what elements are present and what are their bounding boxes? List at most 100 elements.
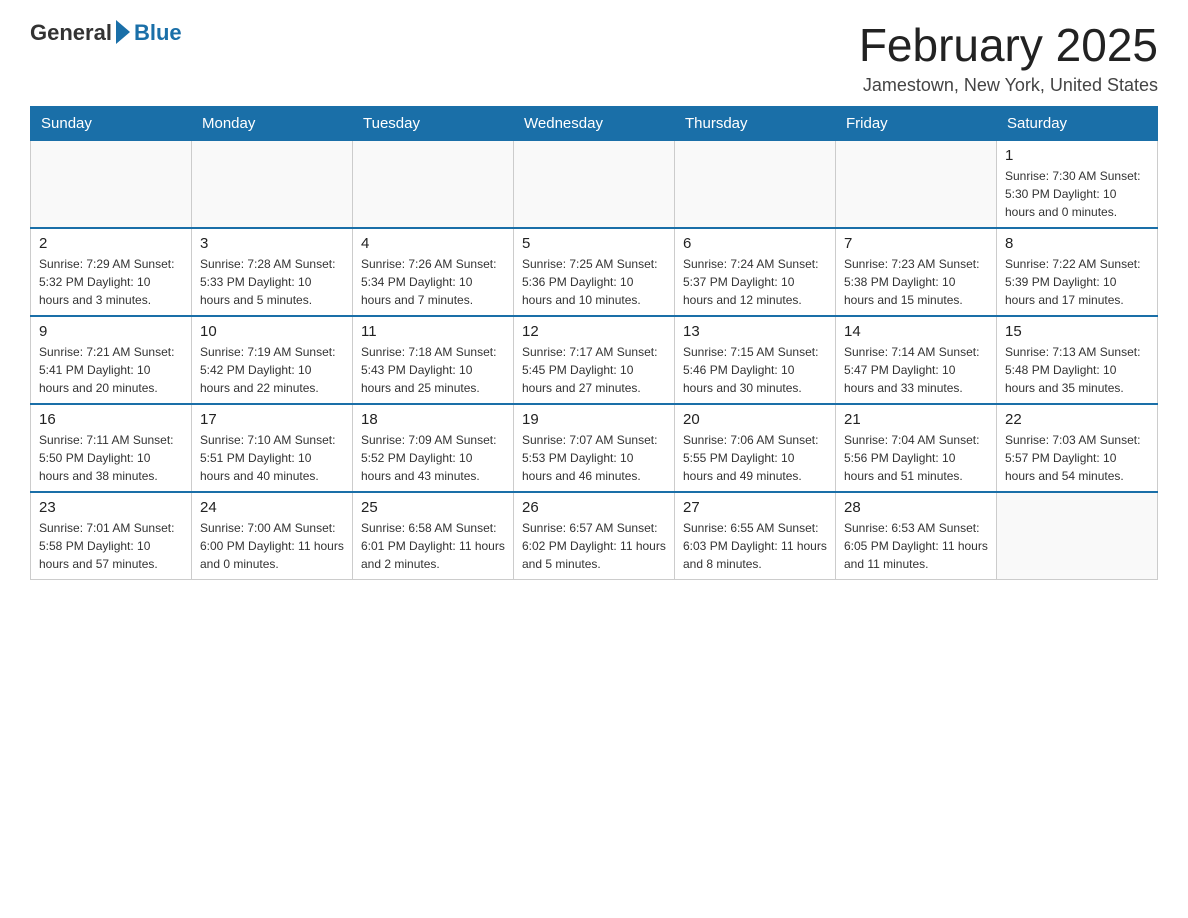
calendar-header-row: SundayMondayTuesdayWednesdayThursdayFrid… xyxy=(31,106,1158,140)
day-number: 25 xyxy=(361,499,505,516)
calendar-cell: 25 Sunrise: 6:58 AM Sunset: 6:01 PM Dayli… xyxy=(353,492,514,580)
day-info: Sunrise: 7:13 AM Sunset: 5:48 PM Dayligh… xyxy=(1005,343,1149,397)
calendar-cell: 23 Sunrise: 7:01 AM Sunset: 5:58 PM Dayli… xyxy=(31,492,192,580)
day-info: Sunrise: 7:03 AM Sunset: 5:57 PM Dayligh… xyxy=(1005,431,1149,485)
day-number: 19 xyxy=(522,411,666,428)
day-number: 21 xyxy=(844,411,988,428)
calendar-cell: 7 Sunrise: 7:23 AM Sunset: 5:38 PM Daylig… xyxy=(836,228,997,316)
day-number: 15 xyxy=(1005,323,1149,340)
calendar-cell: 8Sunrise: 7:22 AM Sunset: 5:39 PM Daylig… xyxy=(997,228,1158,316)
calendar-cell xyxy=(31,140,192,228)
day-number: 2 xyxy=(39,235,183,252)
weekday-header-sunday: Sunday xyxy=(31,106,192,140)
calendar-cell: 20 Sunrise: 7:06 AM Sunset: 5:55 PM Dayli… xyxy=(675,404,836,492)
calendar-cell: 14 Sunrise: 7:14 AM Sunset: 5:47 PM Dayli… xyxy=(836,316,997,404)
day-info: Sunrise: 6:58 AM Sunset: 6:01 PM Dayligh… xyxy=(361,519,505,573)
day-number: 11 xyxy=(361,323,505,340)
day-number: 9 xyxy=(39,323,183,340)
day-number: 5 xyxy=(522,235,666,252)
calendar-cell: 11 Sunrise: 7:18 AM Sunset: 5:43 PM Dayli… xyxy=(353,316,514,404)
day-number: 10 xyxy=(200,323,344,340)
day-number: 12 xyxy=(522,323,666,340)
logo: General Blue xyxy=(30,20,182,46)
calendar-week-row: 1 Sunrise: 7:30 AM Sunset: 5:30 PM Daylig… xyxy=(31,140,1158,228)
calendar-cell xyxy=(353,140,514,228)
day-number: 18 xyxy=(361,411,505,428)
logo-general-text: General xyxy=(30,20,112,46)
weekday-header-thursday: Thursday xyxy=(675,106,836,140)
day-info: Sunrise: 7:18 AM Sunset: 5:43 PM Dayligh… xyxy=(361,343,505,397)
day-info: Sunrise: 7:24 AM Sunset: 5:37 PM Dayligh… xyxy=(683,255,827,309)
day-number: 24 xyxy=(200,499,344,516)
day-info: Sunrise: 7:09 AM Sunset: 5:52 PM Dayligh… xyxy=(361,431,505,485)
calendar-cell: 10 Sunrise: 7:19 AM Sunset: 5:42 PM Dayli… xyxy=(192,316,353,404)
calendar-cell: 26 Sunrise: 6:57 AM Sunset: 6:02 PM Dayli… xyxy=(514,492,675,580)
day-number: 26 xyxy=(522,499,666,516)
month-year-title: February 2025 xyxy=(859,20,1158,71)
day-number: 6 xyxy=(683,235,827,252)
location-subtitle: Jamestown, New York, United States xyxy=(859,75,1158,96)
weekday-header-friday: Friday xyxy=(836,106,997,140)
day-info: Sunrise: 6:57 AM Sunset: 6:02 PM Dayligh… xyxy=(522,519,666,573)
calendar-cell xyxy=(192,140,353,228)
day-info: Sunrise: 7:29 AM Sunset: 5:32 PM Dayligh… xyxy=(39,255,183,309)
day-info: Sunrise: 7:11 AM Sunset: 5:50 PM Dayligh… xyxy=(39,431,183,485)
day-number: 14 xyxy=(844,323,988,340)
day-info: Sunrise: 6:55 AM Sunset: 6:03 PM Dayligh… xyxy=(683,519,827,573)
calendar-cell xyxy=(836,140,997,228)
calendar-cell xyxy=(514,140,675,228)
day-info: Sunrise: 7:19 AM Sunset: 5:42 PM Dayligh… xyxy=(200,343,344,397)
calendar-cell: 2 Sunrise: 7:29 AM Sunset: 5:32 PM Daylig… xyxy=(31,228,192,316)
day-info: Sunrise: 7:14 AM Sunset: 5:47 PM Dayligh… xyxy=(844,343,988,397)
calendar-cell: 4Sunrise: 7:26 AM Sunset: 5:34 PM Daylig… xyxy=(353,228,514,316)
day-number: 27 xyxy=(683,499,827,516)
day-number: 1 xyxy=(1005,147,1149,164)
calendar-cell: 5 Sunrise: 7:25 AM Sunset: 5:36 PM Daylig… xyxy=(514,228,675,316)
day-info: Sunrise: 7:30 AM Sunset: 5:30 PM Dayligh… xyxy=(1005,167,1149,221)
logo-blue-text: Blue xyxy=(134,20,182,46)
day-info: Sunrise: 7:21 AM Sunset: 5:41 PM Dayligh… xyxy=(39,343,183,397)
day-number: 20 xyxy=(683,411,827,428)
page-header: General Blue February 2025 Jamestown, Ne… xyxy=(30,20,1158,96)
weekday-header-saturday: Saturday xyxy=(997,106,1158,140)
day-info: Sunrise: 7:00 AM Sunset: 6:00 PM Dayligh… xyxy=(200,519,344,573)
calendar-cell xyxy=(675,140,836,228)
day-info: Sunrise: 7:22 AM Sunset: 5:39 PM Dayligh… xyxy=(1005,255,1149,309)
calendar-week-row: 2 Sunrise: 7:29 AM Sunset: 5:32 PM Daylig… xyxy=(31,228,1158,316)
calendar-cell xyxy=(997,492,1158,580)
calendar-cell: 1 Sunrise: 7:30 AM Sunset: 5:30 PM Daylig… xyxy=(997,140,1158,228)
calendar-cell: 28Sunrise: 6:53 AM Sunset: 6:05 PM Dayli… xyxy=(836,492,997,580)
day-number: 22 xyxy=(1005,411,1149,428)
calendar-table: SundayMondayTuesdayWednesdayThursdayFrid… xyxy=(30,106,1158,580)
calendar-week-row: 16Sunrise: 7:11 AM Sunset: 5:50 PM Dayli… xyxy=(31,404,1158,492)
calendar-cell: 21 Sunrise: 7:04 AM Sunset: 5:56 PM Dayli… xyxy=(836,404,997,492)
day-number: 3 xyxy=(200,235,344,252)
calendar-week-row: 9 Sunrise: 7:21 AM Sunset: 5:41 PM Daylig… xyxy=(31,316,1158,404)
weekday-header-tuesday: Tuesday xyxy=(353,106,514,140)
day-number: 17 xyxy=(200,411,344,428)
calendar-cell: 17Sunrise: 7:10 AM Sunset: 5:51 PM Dayli… xyxy=(192,404,353,492)
calendar-cell: 27 Sunrise: 6:55 AM Sunset: 6:03 PM Dayli… xyxy=(675,492,836,580)
weekday-header-monday: Monday xyxy=(192,106,353,140)
day-info: Sunrise: 7:17 AM Sunset: 5:45 PM Dayligh… xyxy=(522,343,666,397)
calendar-cell: 13 Sunrise: 7:15 AM Sunset: 5:46 PM Dayli… xyxy=(675,316,836,404)
calendar-cell: 22 Sunrise: 7:03 AM Sunset: 5:57 PM Dayli… xyxy=(997,404,1158,492)
logo-arrow-icon xyxy=(116,20,130,44)
calendar-cell: 9 Sunrise: 7:21 AM Sunset: 5:41 PM Daylig… xyxy=(31,316,192,404)
day-info: Sunrise: 7:06 AM Sunset: 5:55 PM Dayligh… xyxy=(683,431,827,485)
calendar-cell: 12 Sunrise: 7:17 AM Sunset: 5:45 PM Dayli… xyxy=(514,316,675,404)
calendar-cell: 15 Sunrise: 7:13 AM Sunset: 5:48 PM Dayli… xyxy=(997,316,1158,404)
day-info: Sunrise: 7:01 AM Sunset: 5:58 PM Dayligh… xyxy=(39,519,183,573)
calendar-cell: 18 Sunrise: 7:09 AM Sunset: 5:52 PM Dayli… xyxy=(353,404,514,492)
day-number: 13 xyxy=(683,323,827,340)
day-info: Sunrise: 7:25 AM Sunset: 5:36 PM Dayligh… xyxy=(522,255,666,309)
day-number: 7 xyxy=(844,235,988,252)
day-info: Sunrise: 7:26 AM Sunset: 5:34 PM Dayligh… xyxy=(361,255,505,309)
day-info: Sunrise: 6:53 AM Sunset: 6:05 PM Dayligh… xyxy=(844,519,988,573)
day-number: 23 xyxy=(39,499,183,516)
day-info: Sunrise: 7:23 AM Sunset: 5:38 PM Dayligh… xyxy=(844,255,988,309)
day-info: Sunrise: 7:15 AM Sunset: 5:46 PM Dayligh… xyxy=(683,343,827,397)
day-info: Sunrise: 7:04 AM Sunset: 5:56 PM Dayligh… xyxy=(844,431,988,485)
day-info: Sunrise: 7:07 AM Sunset: 5:53 PM Dayligh… xyxy=(522,431,666,485)
calendar-cell: 3Sunrise: 7:28 AM Sunset: 5:33 PM Daylig… xyxy=(192,228,353,316)
